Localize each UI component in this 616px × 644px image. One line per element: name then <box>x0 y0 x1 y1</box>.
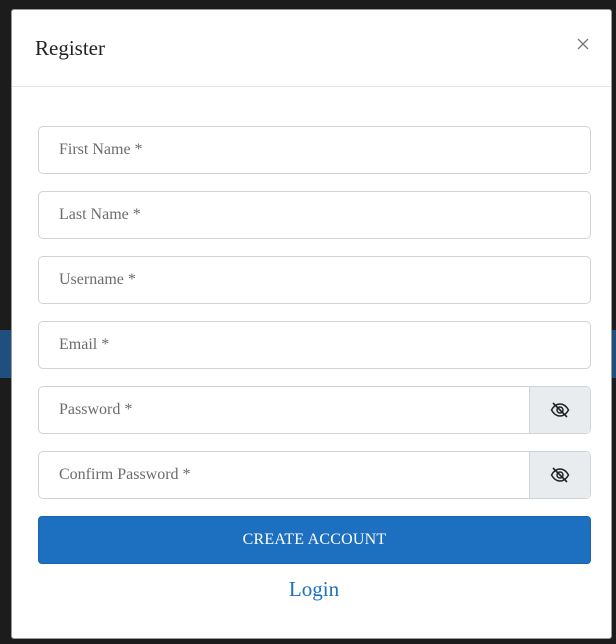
modal-header: Register <box>12 10 611 87</box>
email-field-wrapper <box>38 321 591 369</box>
password-visibility-toggle[interactable] <box>529 387 590 433</box>
confirm-password-visibility-toggle[interactable] <box>529 452 590 498</box>
eye-slash-icon <box>550 467 570 483</box>
close-icon <box>577 38 589 50</box>
last-name-input[interactable] <box>39 192 590 238</box>
username-input[interactable] <box>39 257 590 303</box>
register-form: CREATE ACCOUNT Login <box>12 87 611 602</box>
email-input[interactable] <box>39 322 590 368</box>
modal-title: Register <box>35 35 105 60</box>
eye-slash-icon <box>550 402 570 418</box>
create-account-button[interactable]: CREATE ACCOUNT <box>38 516 591 564</box>
confirm-password-input[interactable] <box>39 452 529 498</box>
register-modal: Register First Name * Last Name * Userna… <box>11 9 612 639</box>
last-name-field-wrapper <box>38 191 591 239</box>
close-button[interactable] <box>572 33 594 55</box>
username-field-wrapper <box>38 256 591 304</box>
password-input[interactable] <box>39 387 529 433</box>
first-name-input[interactable] <box>39 127 590 173</box>
confirm-password-field-wrapper <box>38 451 591 499</box>
password-field-wrapper <box>38 386 591 434</box>
first-name-field-wrapper <box>38 126 591 174</box>
login-link[interactable]: Login <box>38 577 590 602</box>
